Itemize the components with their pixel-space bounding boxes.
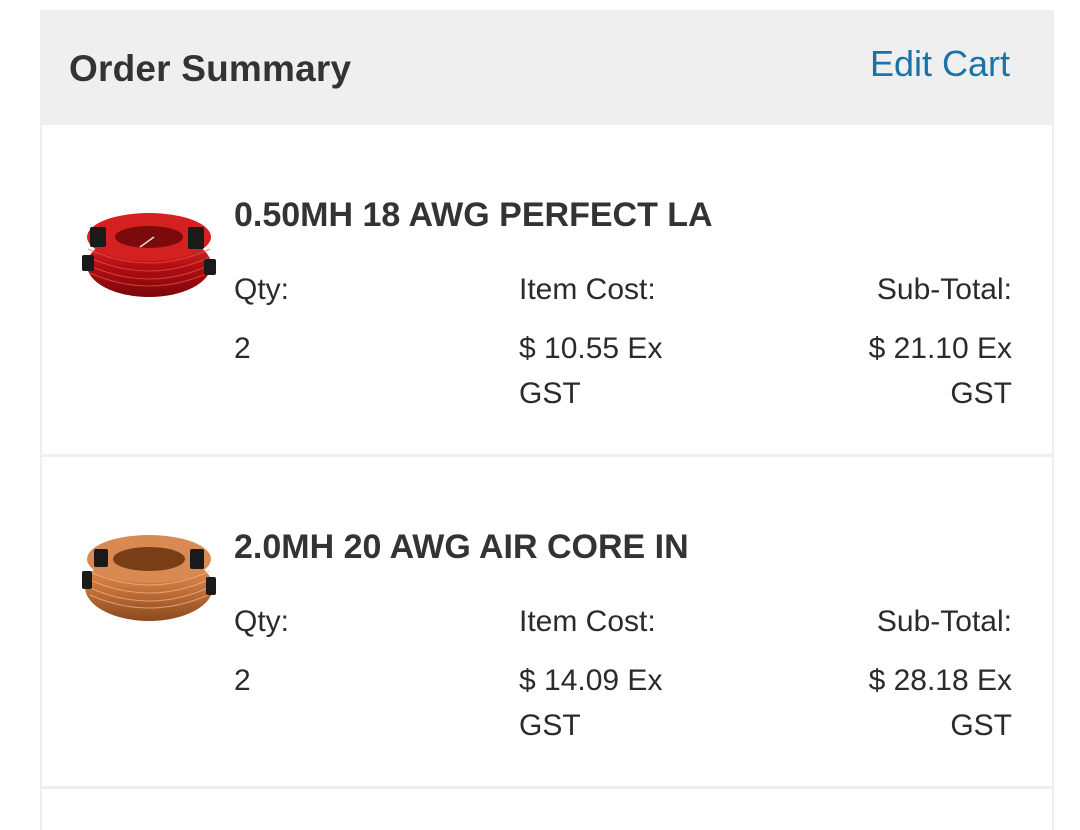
subtotal-value: $ 28.18 Ex GST bbox=[868, 664, 1012, 742]
qty-label: Qty: bbox=[234, 605, 290, 638]
copper-coil-image bbox=[82, 535, 216, 621]
subtotal-value: $ 21.10 Ex GST bbox=[868, 332, 1012, 410]
order-summary-title: Order Summary bbox=[69, 48, 352, 89]
item-name[interactable]: 2.0MH 20 AWG AIR CORE IN bbox=[234, 528, 689, 567]
cart-item: 2.0MH 20 AWG AIR CORE IN Qty: 2 Item Cos… bbox=[42, 457, 1052, 789]
qty-value: 2 bbox=[234, 332, 251, 365]
subtotal-label: Sub-Total: bbox=[876, 273, 1012, 306]
order-summary-header: Order Summary Edit Cart bbox=[42, 12, 1052, 125]
red-copper-coil-image bbox=[82, 213, 216, 297]
item-cost-value: $ 10.55 Ex GST bbox=[519, 332, 663, 410]
subtotal-label: Sub-Total: bbox=[876, 605, 1012, 638]
item-name[interactable]: 0.50MH 18 AWG PERFECT LA bbox=[234, 196, 713, 235]
qty-value: 2 bbox=[234, 664, 251, 697]
order-summary-panel: Order Summary Edit Cart 0.50MH 18 AWG PE… bbox=[40, 10, 1054, 830]
edit-cart-link[interactable]: Edit Cart bbox=[870, 43, 1010, 85]
item-cost-value: $ 14.09 Ex GST bbox=[519, 664, 663, 742]
qty-label: Qty: bbox=[234, 273, 290, 306]
item-cost-label: Item Cost: bbox=[519, 273, 656, 306]
cart-item: 0.50MH 18 AWG PERFECT LA Qty: 2 Item Cos… bbox=[42, 125, 1052, 457]
item-cost-label: Item Cost: bbox=[519, 605, 656, 638]
